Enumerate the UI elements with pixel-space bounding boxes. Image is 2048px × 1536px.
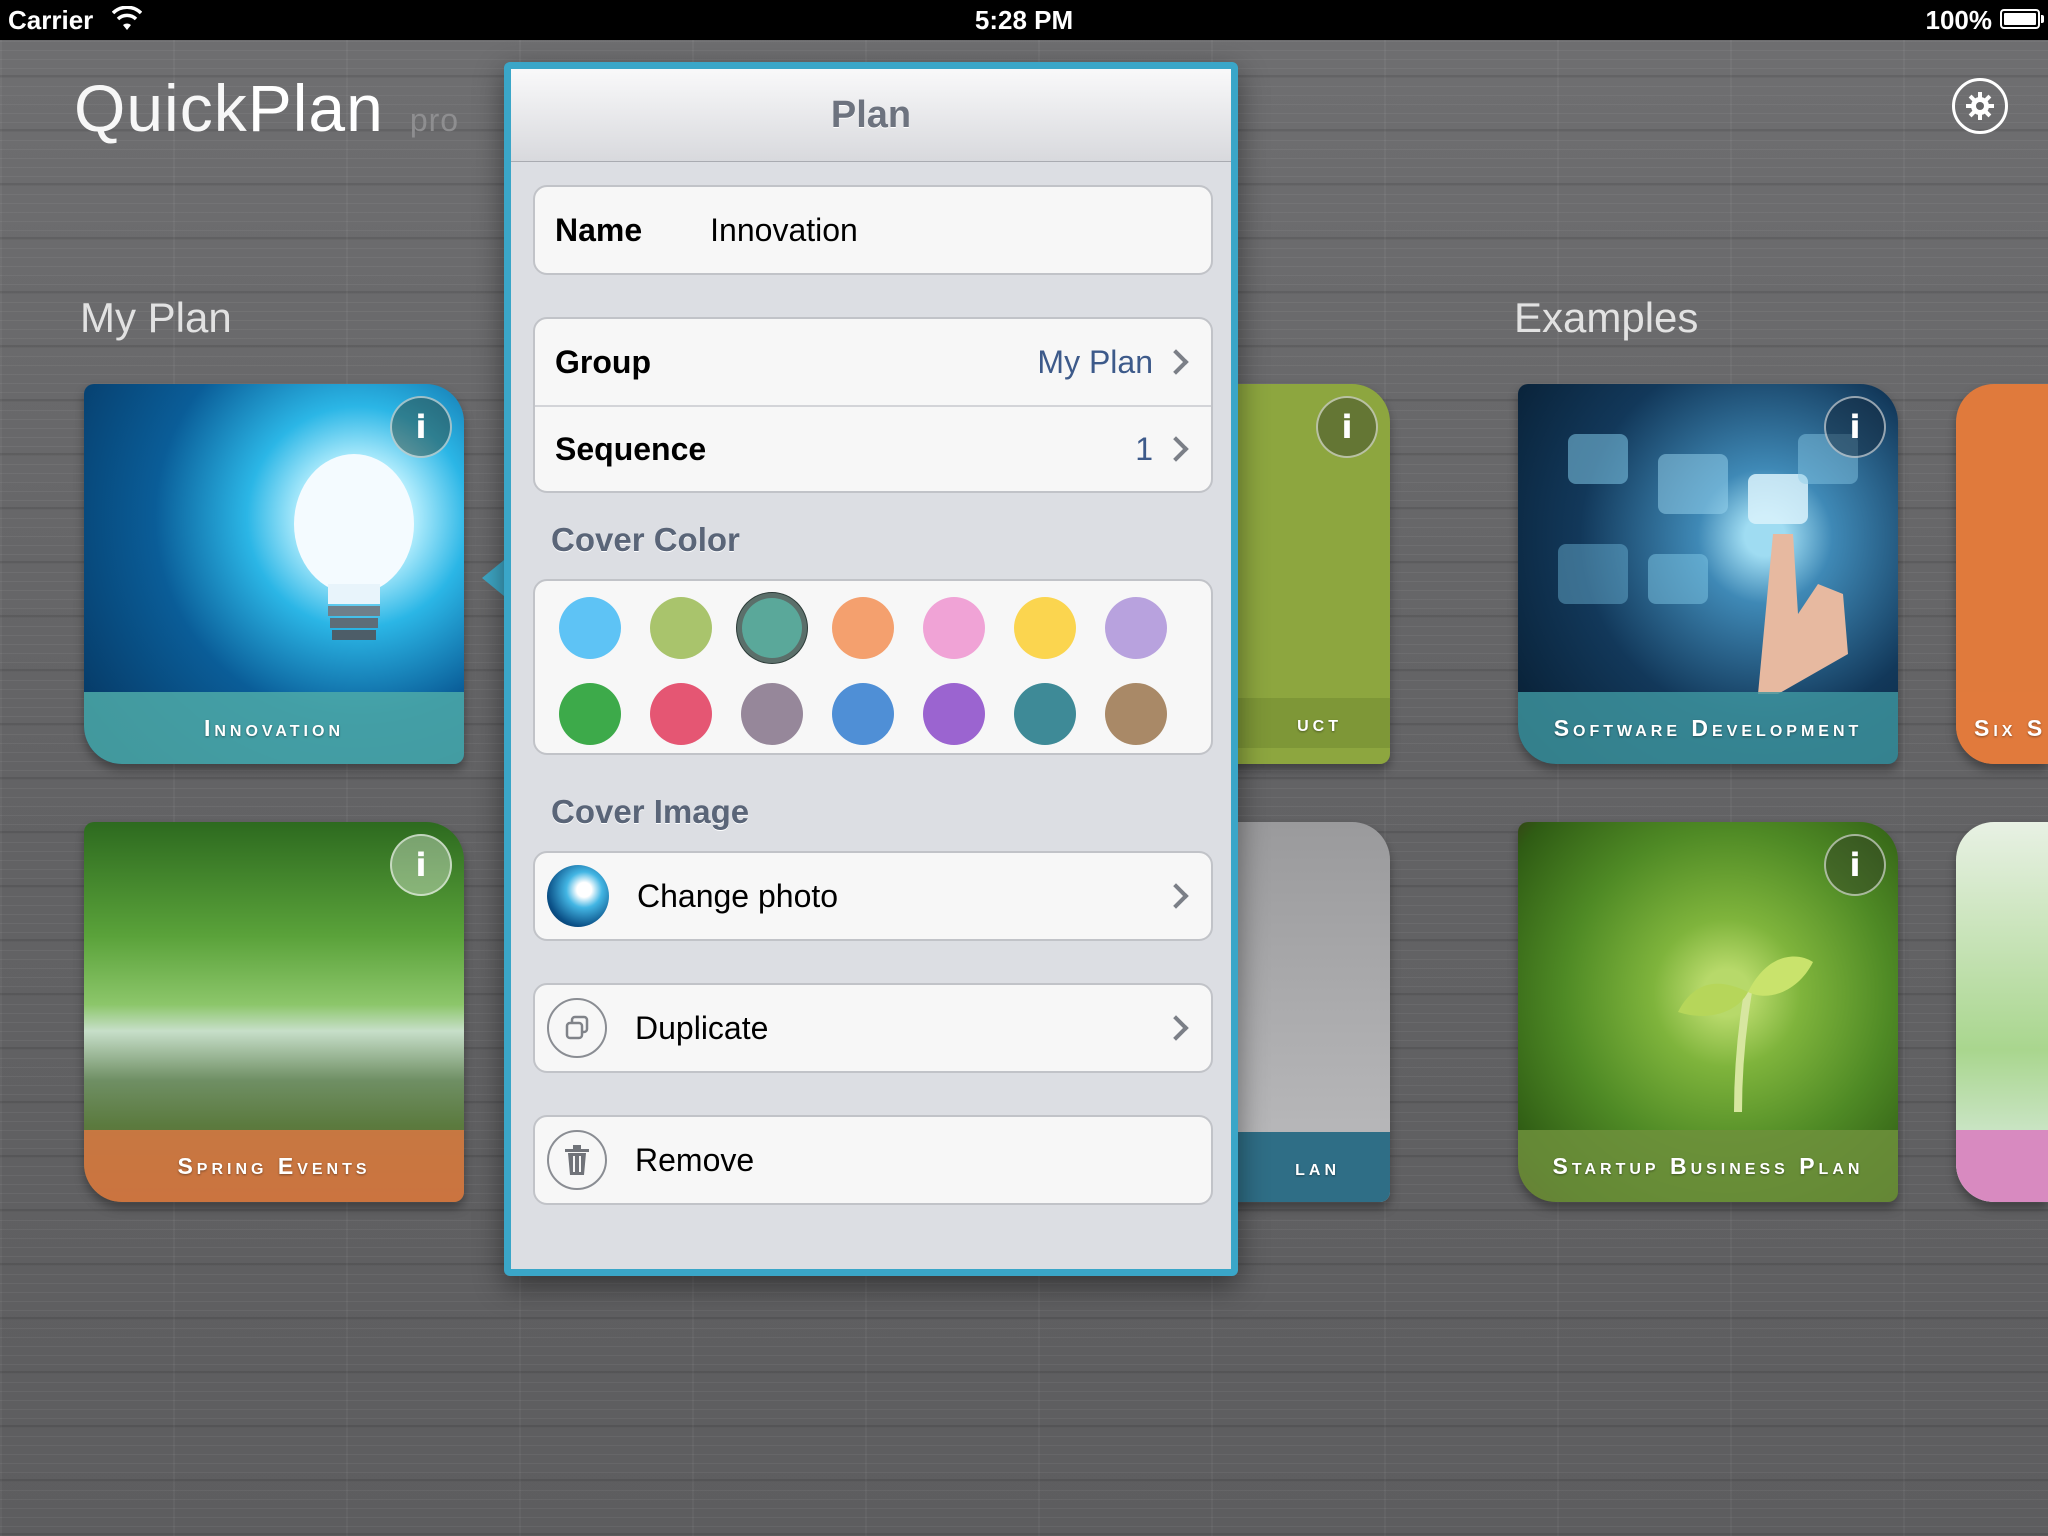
logo-quick: Quick [74,71,248,145]
section-title-examples: Examples [1514,294,1699,341]
chevron-right-icon [1163,883,1189,909]
info-icon: i [1849,408,1861,446]
sequence-value: 1 [1135,430,1153,467]
cover-image-heading: Cover Image [551,793,750,830]
card-info-button[interactable]: i [390,396,452,458]
logo-pro: pro [409,102,460,138]
info-icon: i [415,408,427,446]
color-swatch[interactable] [742,598,802,658]
card-info-button[interactable]: i [1824,834,1886,896]
sprout-illustration [1678,956,1813,1112]
plan-card-six-sigma-partial[interactable]: Six S [1956,384,2048,764]
plan-card-innovation[interactable]: i Innovation [84,384,464,764]
plan-card-software-development[interactable]: i Software Development [1518,384,1898,764]
chevron-right-icon [1163,436,1189,462]
group-value: My Plan [1037,343,1153,380]
card-title: Startup Business Plan [1518,1130,1898,1202]
card-info-button[interactable]: i [1316,396,1378,458]
change-photo-label: Change photo [637,877,839,914]
color-swatch[interactable] [650,597,712,659]
duplicate-icon [547,998,607,1058]
color-swatch[interactable] [923,597,985,659]
color-swatch[interactable] [559,597,621,659]
card-title: Six S [1956,692,2048,764]
popover-title: Plan [511,69,1231,162]
color-swatch[interactable] [559,683,621,745]
color-swatch[interactable] [1014,683,1076,745]
chevron-right-icon [1163,349,1189,375]
color-swatch[interactable] [1105,597,1167,659]
plan-card-spring-events[interactable]: i Spring Events [84,822,464,1202]
change-photo-row[interactable]: Change photo [535,853,1211,939]
cover-image-group: Change photo [533,851,1213,941]
sequence-row[interactable]: Sequence 1 [535,405,1211,491]
name-label: Name [555,211,643,248]
group-row[interactable]: Group My Plan [535,319,1211,405]
settings-button[interactable] [1952,78,2008,134]
remove-row[interactable]: Remove [535,1117,1211,1203]
plan-card-startup-business-plan[interactable]: i Startup Business Plan [1518,822,1898,1202]
battery-icon [2000,9,2044,29]
color-swatch[interactable] [832,597,894,659]
color-swatch[interactable] [650,683,712,745]
cover-color-picker [533,579,1213,755]
plan-popover: Plan Name Innovation Group My Plan Seque… [504,62,1238,1276]
color-swatch[interactable] [741,683,803,745]
swatch-grid [535,597,1211,745]
remove-group: Remove [533,1115,1213,1205]
duplicate-row[interactable]: Duplicate [535,985,1211,1071]
duplicate-label: Duplicate [635,1009,769,1046]
remove-label: Remove [635,1141,755,1178]
card-color-band [1956,1130,2048,1202]
info-icon: i [415,846,427,884]
app-logo: QuickPlan pro [74,70,459,146]
battery-percentage: 100% [1925,5,1993,35]
group-sequence-group: Group My Plan Sequence 1 [533,317,1213,493]
chevron-right-icon [1163,1015,1189,1041]
info-icon: i [1849,846,1861,884]
cover-thumbnail [547,865,609,927]
color-swatch[interactable] [923,683,985,745]
card-info-button[interactable]: i [1824,396,1886,458]
plan-card-floral-partial[interactable] [1956,822,2048,1202]
info-icon: i [1341,408,1353,446]
logo-plan: Plan [247,71,384,145]
gear-icon [1966,92,1994,120]
sequence-label: Sequence [555,430,707,467]
color-swatch[interactable] [1014,597,1076,659]
status-bar: Carrier 5:28 PM 100% [0,0,2048,40]
popover-arrow [482,560,504,596]
group-label: Group [555,343,651,380]
color-swatch[interactable] [832,683,894,745]
card-title: Spring Events [84,1130,464,1202]
card-info-button[interactable]: i [390,834,452,896]
cover-color-heading: Cover Color [551,521,740,558]
color-swatch[interactable] [1105,683,1167,745]
trash-icon [547,1130,607,1190]
duplicate-group: Duplicate [533,983,1213,1073]
card-title: Innovation [84,692,464,764]
lightbulb-icon [294,454,414,640]
clock: 5:28 PM [974,5,1074,35]
section-title-my-plan: My Plan [80,294,232,341]
card-title: Software Development [1518,692,1898,764]
name-field[interactable]: Innovation [710,212,858,249]
name-group: Name Innovation [533,185,1213,275]
touch-screen-illustration [1558,434,1858,694]
name-row[interactable]: Name Innovation [535,187,1211,273]
